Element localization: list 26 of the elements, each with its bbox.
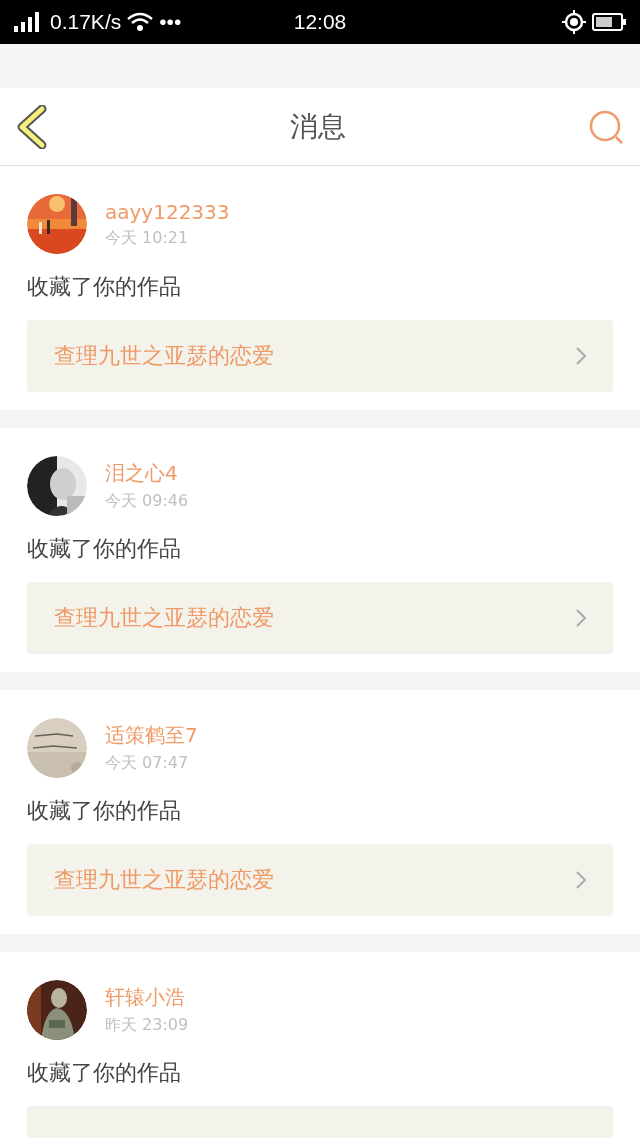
network-speed: 0.17K/s	[50, 10, 122, 34]
work-link[interactable]: 查理九世之亚瑟的恋爱	[27, 844, 613, 916]
work-link[interactable]: 查理九世之亚瑟的恋爱	[27, 582, 613, 654]
chevron-icon	[575, 346, 587, 366]
wifi-icon	[127, 12, 154, 32]
back-button[interactable]	[16, 104, 48, 149]
message-time: 今天 07:47	[105, 753, 190, 774]
chevron-icon	[575, 608, 587, 628]
message-text: 收藏了你的作品	[27, 535, 182, 563]
clock: 12:08	[293, 10, 347, 34]
message-time: 昨天 23:09	[105, 1015, 189, 1036]
message-text: 收藏了你的作品	[27, 1059, 182, 1087]
location-icon	[562, 10, 586, 34]
message-time: 今天 09:46	[105, 491, 189, 512]
work-link[interactable]: 查理九世之亚瑟的恋爱	[27, 320, 613, 392]
user-name[interactable]: 泪之心4	[105, 460, 189, 487]
message-time: 今天 10:21	[105, 227, 190, 249]
more-indicator: •••	[159, 10, 182, 34]
message-text: 收藏了你的作品	[27, 797, 182, 825]
chevron-icon	[575, 870, 587, 890]
user-name[interactable]: aayy122333	[105, 199, 230, 224]
user-name[interactable]: 适策鹤至7	[105, 722, 198, 749]
page-title: 消息	[290, 108, 346, 145]
message-text: 收藏了你的作品	[27, 273, 182, 301]
battery-icon	[592, 13, 626, 31]
user-name[interactable]: 轩辕小浩	[105, 984, 189, 1011]
